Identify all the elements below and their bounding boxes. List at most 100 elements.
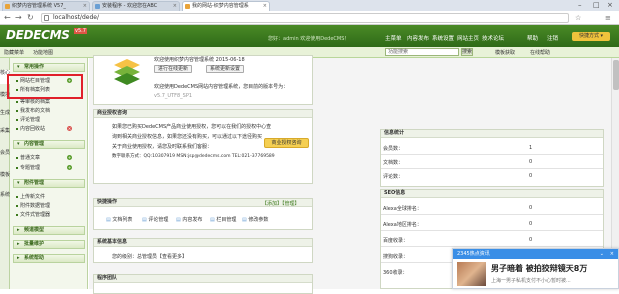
shortcut-comments[interactable]: ▤ 评论管理 — [142, 216, 168, 223]
nav-forum[interactable]: 技术论坛 — [482, 34, 504, 42]
star-icon[interactable]: ☆ — [575, 13, 581, 23]
sidebar-item-topics[interactable]: 专题管理 — [16, 164, 40, 171]
divider — [381, 246, 603, 247]
chevron-down-icon: ▾ — [17, 180, 20, 186]
highlight-annotation — [7, 74, 83, 99]
scrollbar-thumb[interactable] — [613, 60, 619, 90]
shortcuts-panel: 快捷操作 【添加】【管理】 ▤ 文档列表 ▤ 评论管理 ▤ 内容发布 ▤ 栏目管… — [93, 198, 313, 230]
bullet-icon — [16, 127, 18, 130]
license-consult-button[interactable]: 商业授权咨询 — [264, 138, 309, 148]
sidebar-item-recycle-bin[interactable]: 内容回收站 — [16, 125, 45, 132]
dede-logo-icon — [114, 59, 140, 85]
search-button[interactable]: 搜索 — [461, 48, 473, 56]
bullet-icon — [16, 100, 18, 103]
seo-title: SEO信息 — [381, 190, 603, 198]
add-icon[interactable]: + — [67, 155, 72, 160]
seo-value: 0 — [529, 237, 533, 243]
back-icon[interactable]: ← — [4, 13, 11, 23]
browser-tab-active[interactable]: 我的网站-织梦内容管理系 × — [182, 1, 270, 11]
app-header: DEDECMS v5.7 您好：admin 欢迎使用DedeCMS！ 主菜单 内… — [0, 25, 619, 47]
devteam-panel: 程序团队 — [93, 274, 313, 294]
sidebar-group-attachments[interactable]: ▾ 附件管理 — [13, 179, 85, 188]
hide-menu-button[interactable]: 隐藏菜单 — [4, 49, 24, 56]
user-greeting: 您好：admin 欢迎使用DedeCMS！ — [268, 36, 350, 42]
minimize-icon[interactable]: – — [578, 0, 582, 10]
nav-settings[interactable]: 系统设置 — [432, 34, 454, 42]
bullet-icon — [16, 204, 18, 207]
shortcut-categories[interactable]: ▤ 栏目管理 — [210, 216, 236, 223]
chevron-right-icon: ▸ — [17, 241, 20, 247]
close-window-icon[interactable]: × — [607, 0, 613, 10]
shortcuts-add-manage-link[interactable]: 【添加】【管理】 — [262, 200, 300, 207]
license-line: 询到相关商业授权信息，如果您还没有购买，可以通过以下途径购买 — [112, 134, 263, 140]
browser-tab[interactable]: 织梦内容管理系统 V57_ × — [2, 1, 90, 11]
license-line: 关于商业使用授权，请您及时联系我们客服： — [112, 144, 213, 150]
vtab-collect[interactable]: 采集 — [0, 128, 10, 134]
bullet-icon — [16, 109, 18, 112]
shortcut-publish[interactable]: ▤ 内容发布 — [176, 216, 202, 223]
sidebar-item-my-docs[interactable]: 我发布的文档 — [16, 107, 50, 114]
chevron-right-icon: ▸ — [17, 227, 20, 233]
seo-label: 360收录： — [383, 270, 408, 276]
stat-value: 0 — [529, 173, 533, 179]
sidebar-group-help[interactable]: ▸ 系统帮助 — [13, 254, 85, 263]
close-icon[interactable]: × — [263, 2, 267, 11]
update-settings-button[interactable]: 系统更新设置 — [206, 65, 244, 73]
close-icon[interactable]: × — [83, 2, 87, 11]
news-summary[interactable]: 上海一男子私机支付不小心暂时被... — [491, 277, 571, 284]
online-update-button[interactable]: 进行在线更新 — [154, 65, 192, 73]
popup-header: 2345热点资讯 ⌄ × — [453, 249, 618, 259]
sidebar-group-content[interactable]: ▾ 内容管理 — [13, 140, 85, 149]
news-title[interactable]: 男子暗着 被拍狡辩镜天8万 — [491, 263, 587, 274]
template-download-link[interactable]: 模板获取 — [495, 49, 515, 56]
version-number: v5.7_UTF8_SP1 — [154, 93, 193, 99]
sidebar-item-comments[interactable]: 评论管理 — [16, 116, 40, 123]
page-scrollbar[interactable] — [611, 58, 619, 249]
shortcut-doc-list[interactable]: ▤ 文档列表 — [106, 216, 132, 223]
browser-tab[interactable]: 安装程序 - 欢迎您在ABC × — [92, 1, 180, 11]
function-search-input[interactable]: 功能搜索 — [385, 48, 459, 56]
chevron-down-icon[interactable]: ⌄ — [600, 249, 604, 259]
news-thumbnail[interactable] — [457, 262, 486, 286]
sidebar-group-common[interactable]: ▾ 常用操作 — [13, 63, 85, 72]
nav-help[interactable]: 帮助 — [527, 34, 538, 42]
add-icon[interactable]: + — [67, 165, 72, 170]
installer-favicon-icon — [95, 4, 100, 9]
sidebar-item-upload[interactable]: 上传新文件 — [16, 193, 45, 200]
sidebar-item-pending[interactable]: 等审核的档案 — [16, 98, 50, 105]
reload-icon[interactable]: ↻ — [27, 13, 34, 23]
maximize-icon[interactable]: □ — [593, 0, 600, 10]
online-help-link[interactable]: 在线帮助 — [530, 49, 550, 56]
sysinfo-panel: 系统基本信息 您的级别：总管理员【查看更多】 — [93, 238, 313, 263]
menu-icon[interactable]: ≡ — [605, 13, 611, 23]
stat-label: 评论数： — [383, 174, 404, 180]
vtab-template[interactable]: 模板 — [0, 172, 10, 178]
nav-main-menu[interactable]: 主菜单 — [385, 34, 402, 42]
logo: DEDECMS — [6, 28, 70, 42]
trash-icon[interactable]: × — [67, 126, 72, 131]
sidebar-item-file-manager[interactable]: 文件式管理器 — [16, 211, 50, 218]
sidebar-item-attachment-data[interactable]: 附件数据管理 — [16, 202, 50, 209]
nav-logout[interactable]: 注销 — [547, 34, 558, 42]
devteam-title: 程序团队 — [94, 275, 312, 283]
news-popup[interactable]: 2345热点资讯 ⌄ × 男子暗着 被拍狡辩镜天8万 上海一男子私机支付不小心暂… — [452, 248, 619, 289]
vtab-member[interactable]: 会员 — [0, 150, 10, 156]
function-map-button[interactable]: 功能地图 — [33, 49, 53, 56]
bullet-icon — [16, 166, 18, 169]
forward-icon[interactable]: → — [15, 13, 22, 23]
sidebar-group-channel-models[interactable]: ▸ 频道模型 — [13, 226, 85, 235]
sidebar-group-batch[interactable]: ▸ 批量维护 — [13, 240, 85, 249]
bullet-icon — [16, 156, 18, 159]
nav-home[interactable]: 网站主页 — [457, 34, 479, 42]
close-icon[interactable]: × — [173, 2, 177, 11]
vtab-generate[interactable]: 生成 — [0, 110, 10, 116]
divider — [381, 154, 603, 155]
quick-menu-button[interactable]: 快捷方式 ▾ — [572, 32, 610, 41]
nav-publish[interactable]: 内容发布 — [407, 34, 429, 42]
close-icon[interactable]: × — [610, 249, 614, 259]
shortcut-settings[interactable]: ▤ 修改参数 — [242, 216, 268, 223]
sidebar-item-articles[interactable]: 普通文章 — [16, 154, 40, 161]
url-input[interactable]: localhost/dede/ — [41, 13, 569, 23]
vtab-system[interactable]: 系统 — [0, 192, 10, 198]
seo-label: Alexa全球排名： — [383, 206, 422, 212]
